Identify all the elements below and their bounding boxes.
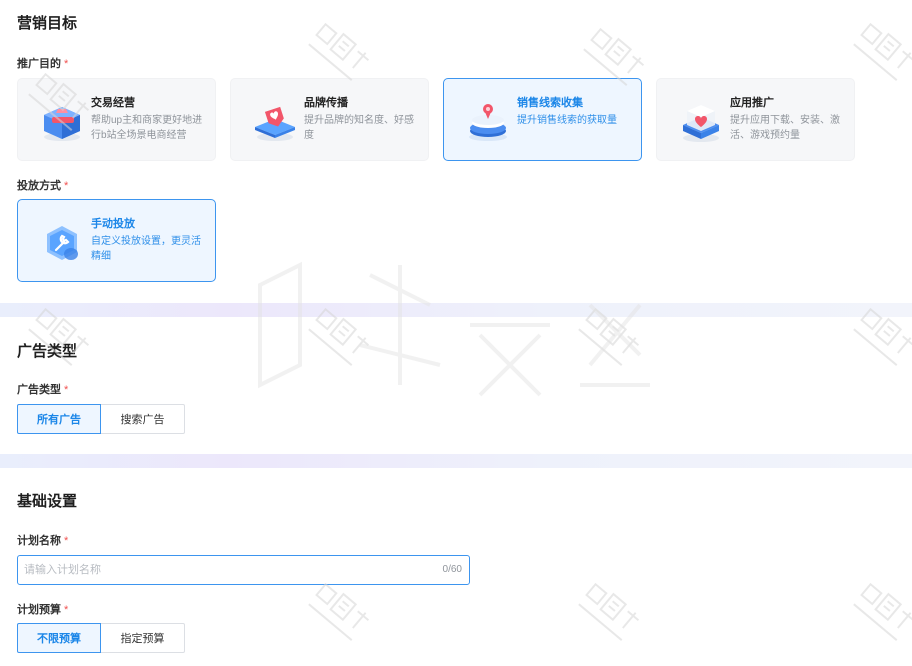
required-mark: * bbox=[64, 535, 69, 547]
budget-label: 计划预算 * bbox=[17, 604, 69, 616]
ad-type-option-all[interactable]: 所有广告 bbox=[17, 404, 101, 434]
purpose-card-brand[interactable]: 品牌传播 提升品牌的知名度、好感度 bbox=[230, 78, 429, 161]
ad-type-option-search[interactable]: 搜索广告 bbox=[101, 404, 185, 434]
section-title-basic: 基础设置 bbox=[17, 493, 78, 510]
purpose-card-app[interactable]: 应用推广 提升应用下载、安装、激活、游戏预约量 bbox=[656, 78, 855, 161]
purpose-label: 推广目的 * bbox=[17, 58, 69, 70]
card-title: 手动投放 bbox=[91, 218, 135, 230]
wrench-hexagon-icon bbox=[47, 226, 78, 260]
section-divider bbox=[0, 454, 912, 468]
budget-option-specified[interactable]: 指定预算 bbox=[101, 623, 185, 653]
ad-type-label: 广告类型 * bbox=[17, 384, 69, 396]
card-title: 销售线索收集 bbox=[517, 97, 583, 109]
required-mark: * bbox=[64, 604, 69, 616]
ad-type-section: 广告类型 广告类型 * 所有广告 搜索广告 bbox=[0, 317, 912, 454]
section-title-marketing: 营销目标 bbox=[17, 15, 78, 32]
char-counter: 0/60 bbox=[442, 564, 462, 575]
purpose-card-trade[interactable]: 交易经营 帮助up主和商家更好地进行b站全场景电商经营 bbox=[17, 78, 216, 161]
ad-plan-form-page: 营销目标 推广目的* 交易经营 帮助up主和商家更好地进行b站全场景电商经营 bbox=[0, 0, 912, 666]
app-cube-icon bbox=[683, 105, 719, 142]
budget-segmented-control: 不限预算 指定预算 bbox=[17, 623, 185, 653]
ad-type-segmented-control: 所有广告 搜索广告 bbox=[17, 404, 185, 434]
card-desc: 提升应用下载、安装、激活、游戏预约量 bbox=[730, 115, 840, 141]
method-label: 投放方式 * bbox=[17, 180, 69, 192]
card-title: 品牌传播 bbox=[304, 97, 348, 109]
section-divider bbox=[0, 303, 912, 317]
card-desc: 帮助up主和商家更好地进行b站全场景电商经营 bbox=[91, 115, 203, 141]
plan-name-input[interactable] bbox=[24, 556, 424, 584]
plan-name-label: 计划名称 * bbox=[17, 535, 69, 547]
card-desc: 自定义投放设置，更灵活精细 bbox=[91, 236, 201, 262]
card-title: 交易经营 bbox=[91, 97, 135, 109]
budget-option-unlimited[interactable]: 不限预算 bbox=[17, 623, 101, 653]
required-mark: * bbox=[64, 58, 69, 70]
purpose-card-leads[interactable]: 销售线索收集 提升销售线索的获取量 bbox=[443, 78, 642, 161]
card-title: 应用推广 bbox=[730, 97, 774, 109]
plan-name-field: 0/60 bbox=[17, 555, 470, 585]
required-mark: * bbox=[64, 180, 69, 192]
required-mark: * bbox=[64, 384, 69, 396]
method-card-manual[interactable]: 手动投放 自定义投放设置，更灵活精细 bbox=[17, 199, 216, 282]
card-desc: 提升品牌的知名度、好感度 bbox=[304, 115, 414, 141]
section-title-ad-type: 广告类型 bbox=[17, 343, 78, 360]
marketing-goal-section: 营销目标 推广目的* 交易经营 帮助up主和商家更好地进行b站全场景电商经营 bbox=[0, 0, 912, 303]
heart-tag-icon bbox=[255, 106, 295, 141]
shopping-box-icon bbox=[44, 107, 80, 141]
card-desc: 提升销售线索的获取量 bbox=[517, 115, 617, 126]
location-pin-stack-icon bbox=[469, 104, 507, 141]
